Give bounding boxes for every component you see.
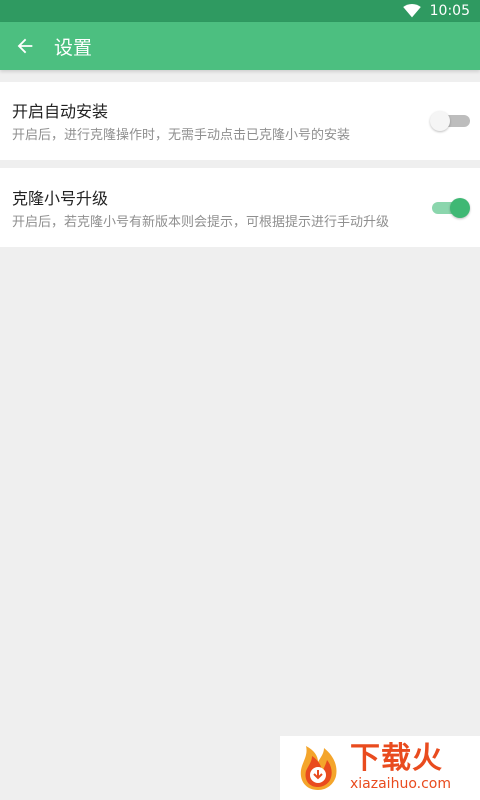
setting-text: 开启自动安装 开启后，进行克隆操作时，无需手动点击已克隆小号的安装 <box>12 98 432 144</box>
setting-description: 开启后，若克隆小号有新版本则会提示，可根据提示进行手动升级 <box>12 214 390 230</box>
status-time: 10:05 <box>429 3 470 19</box>
watermark-texts: 下载火 xiazaihuo.com <box>350 741 451 793</box>
page-title: 设置 <box>54 36 93 59</box>
settings-list: 开启自动安装 开启后，进行克隆操作时，无需手动点击已克隆小号的安装 克隆小号升级… <box>0 70 480 247</box>
setting-clone-upgrade[interactable]: 克隆小号升级 开启后，若克隆小号有新版本则会提示，可根据提示进行手动升级 <box>0 168 480 247</box>
setting-title: 开启自动安装 <box>12 102 109 121</box>
setting-auto-install[interactable]: 开启自动安装 开启后，进行克隆操作时，无需手动点击已克隆小号的安装 <box>0 82 480 160</box>
toggle-thumb <box>450 197 470 218</box>
toggle-thumb <box>430 111 450 131</box>
setting-description: 开启后，进行克隆操作时，无需手动点击已克隆小号的安装 <box>12 128 351 143</box>
arrow-left-icon <box>17 38 33 54</box>
toolbar: 设置 <box>0 22 480 70</box>
status-bar: 10:05 <box>0 0 480 22</box>
setting-text: 克隆小号升级 开启后，若克隆小号有新版本则会提示，可根据提示进行手动升级 <box>12 185 432 231</box>
clone-upgrade-toggle[interactable] <box>432 197 470 219</box>
auto-install-toggle[interactable] <box>430 110 470 132</box>
wifi-icon <box>402 4 421 18</box>
watermark-domain: xiazaihuo.com <box>350 776 451 792</box>
flame-logo-icon <box>294 744 342 792</box>
back-button[interactable] <box>0 22 50 70</box>
setting-title: 克隆小号升级 <box>12 188 109 208</box>
watermark-brand: 下载火 <box>350 741 443 776</box>
watermark: 下载火 xiazaihuo.com <box>280 736 480 800</box>
